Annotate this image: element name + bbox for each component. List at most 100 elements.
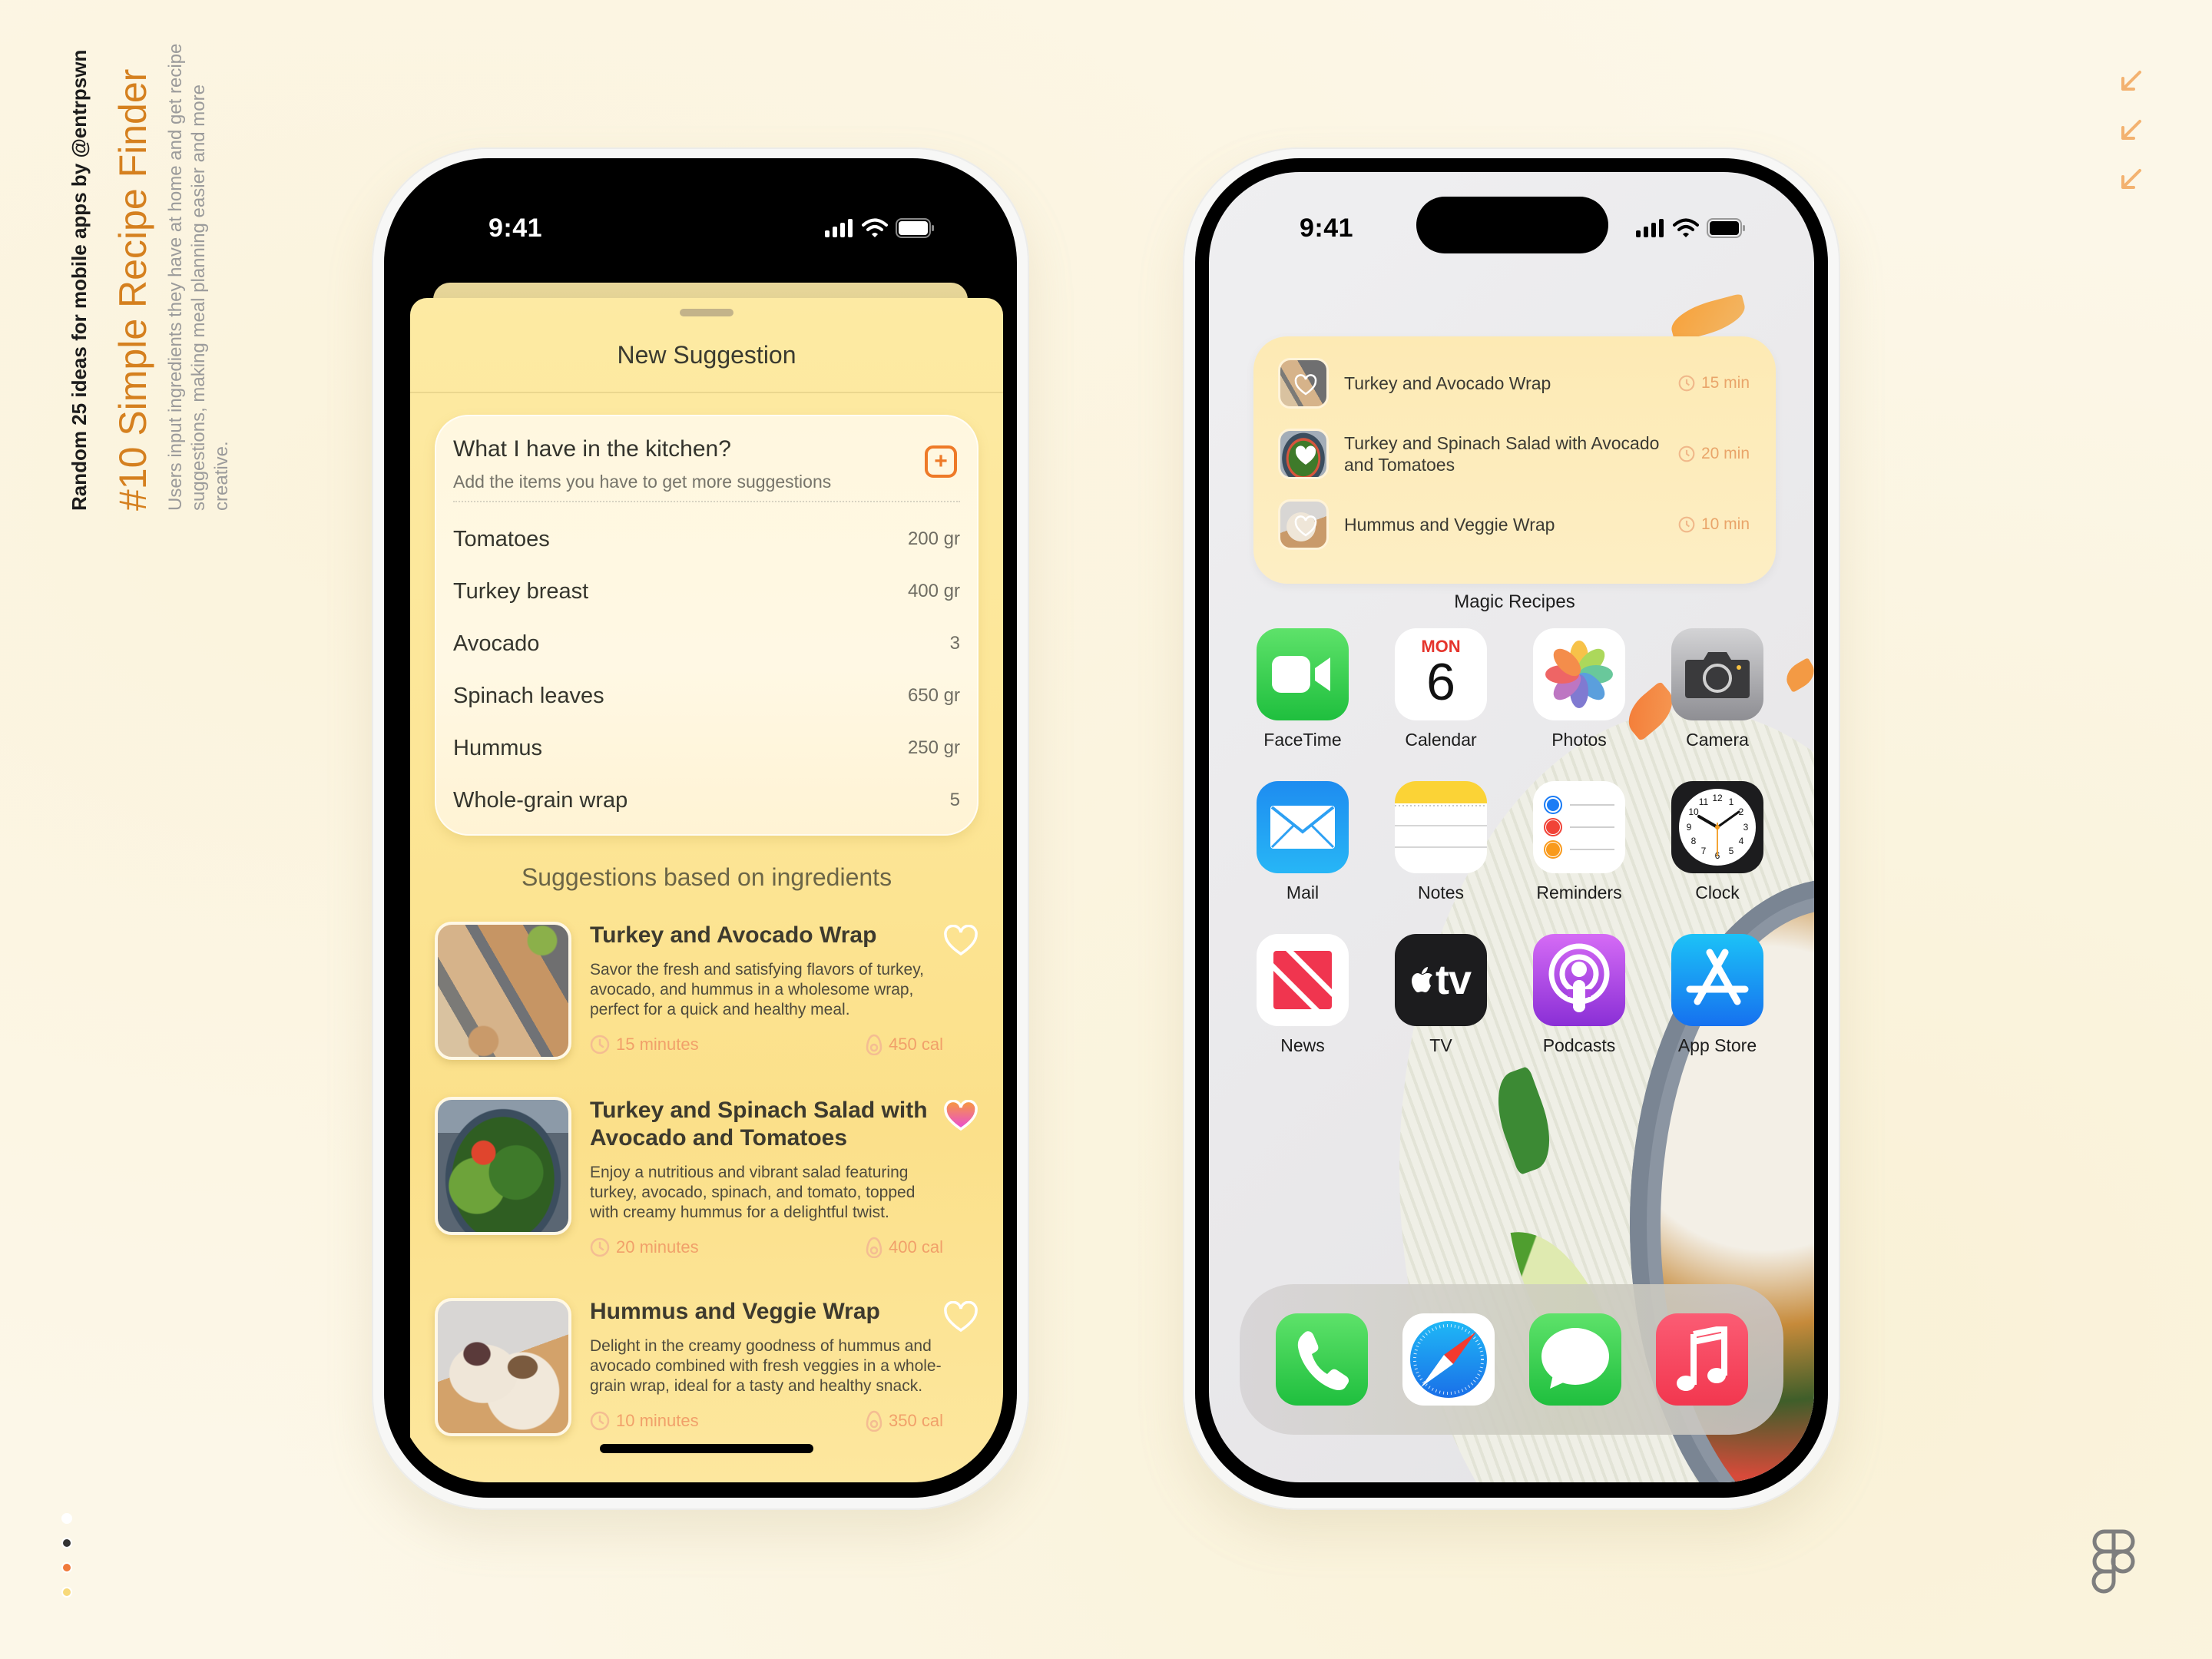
camera-icon	[1671, 628, 1763, 720]
ingredient-row[interactable]: Spinach leaves 650 gr	[453, 670, 960, 722]
recipe-description: Enjoy a nutritious and vibrant salad fea…	[590, 1164, 916, 1221]
ingredient-qty: 3	[949, 633, 960, 654]
heart-filled-icon	[1295, 445, 1316, 465]
magic-recipes-widget[interactable]: Turkey and Avocado Wrap 15 min Turkey an…	[1253, 336, 1776, 584]
ingredient-row[interactable]: Hummus 250 gr	[453, 722, 960, 774]
phone-icon[interactable]	[1275, 1313, 1368, 1406]
svg-text:11: 11	[1699, 796, 1709, 807]
signal-icon	[1636, 219, 1664, 237]
app-label: Reminders	[1536, 882, 1622, 902]
recipe-title: Turkey and Spinach Salad with Avocado an…	[590, 1098, 928, 1151]
palette-dot	[61, 1538, 72, 1548]
ingredient-qty: 200 gr	[907, 528, 960, 549]
ingredient-qty: 250 gr	[907, 737, 960, 758]
color-palette	[61, 1513, 72, 1611]
news-icon	[1257, 934, 1349, 1026]
app-label: Clock	[1695, 882, 1740, 902]
app-news[interactable]: News	[1257, 934, 1349, 1056]
notes-icon	[1395, 781, 1487, 873]
app-label: App Store	[1677, 1035, 1757, 1055]
figma-logo-icon	[2091, 1529, 2135, 1594]
recipe-description: Delight in the creamy goodness of hummus…	[590, 1337, 942, 1395]
music-icon[interactable]	[1655, 1313, 1748, 1406]
kitchen-heading: What I have in the kitchen?	[453, 436, 731, 462]
calories-icon	[866, 1237, 882, 1258]
ingredient-row[interactable]: Whole-grain wrap 5	[453, 774, 960, 826]
sheet-grabber[interactable]	[680, 309, 733, 316]
recipe-time: 10 minutes	[616, 1411, 699, 1430]
sheet-title: New Suggestion	[617, 341, 796, 369]
app-tv[interactable]: tv TV	[1395, 934, 1487, 1056]
widget-recipe-name: Hummus and Veggie Wrap	[1344, 515, 1555, 535]
series-label: Random 25 ideas for mobile apps by @entr…	[68, 49, 91, 511]
ingredient-row[interactable]: Avocado 3	[453, 618, 960, 670]
svg-text:3: 3	[1743, 822, 1749, 833]
recipe-calories: 350 cal	[889, 1411, 943, 1430]
clock-icon	[590, 1411, 610, 1431]
app-reminders[interactable]: Reminders	[1533, 781, 1625, 903]
svg-text:7: 7	[1701, 846, 1707, 856]
svg-text:10: 10	[1688, 806, 1699, 817]
recipe-card[interactable]: Turkey and Spinach Salad with Avocado an…	[435, 1097, 979, 1258]
phone-bezel: 9:41 New Suggestion What I have in the k…	[384, 158, 1017, 1498]
heart-icon	[1294, 515, 1317, 537]
recipe-meta: 20 minutes 400 cal	[590, 1237, 943, 1258]
calendar-date: 6	[1426, 653, 1455, 711]
widget-recipe-row[interactable]: Turkey and Avocado Wrap 15 min	[1278, 356, 1750, 410]
app-label: Camera	[1686, 730, 1749, 750]
app-clock[interactable]: 121234567891011 Clock	[1671, 781, 1763, 903]
clock-icon	[590, 1237, 610, 1257]
palette-dot	[61, 1562, 72, 1573]
favorite-heart-filled-icon[interactable]	[943, 1100, 979, 1132]
app-notes[interactable]: Notes	[1395, 781, 1487, 903]
recipe-photo	[435, 1097, 571, 1235]
app-label: Calendar	[1405, 730, 1477, 750]
home-indicator[interactable]	[600, 1444, 813, 1453]
clock-app-icon: 121234567891011	[1671, 781, 1763, 873]
recipe-photo	[435, 922, 571, 1060]
recipe-photo	[435, 1298, 571, 1436]
widget-recipe-time: 10 min	[1700, 515, 1750, 533]
new-suggestion-sheet: New Suggestion What I have in the kitche…	[410, 298, 1003, 1482]
ingredient-row[interactable]: Turkey breast 400 gr	[453, 565, 960, 618]
app-facetime[interactable]: FaceTime	[1257, 628, 1349, 750]
widget-recipe-name: Turkey and Avocado Wrap	[1344, 373, 1551, 393]
app-photos[interactable]: Photos	[1533, 628, 1625, 750]
recipe-meta: 10 minutes 350 cal	[590, 1410, 943, 1432]
widget-recipe-time: 15 min	[1700, 374, 1750, 392]
favorite-heart-icon[interactable]	[943, 1301, 979, 1333]
recipe-description: Savor the fresh and satisfying flavors o…	[590, 961, 924, 1018]
ingredient-list: Tomatoes 200 gr Turkey breast 400 gr Avoca…	[453, 513, 960, 826]
widget-recipe-time: 20 min	[1700, 445, 1750, 462]
widget-recipe-row[interactable]: Hummus and Veggie Wrap 10 min	[1278, 498, 1750, 551]
calories-icon	[866, 1410, 882, 1432]
app-calendar[interactable]: MON 6 Calendar	[1395, 628, 1487, 750]
recipe-card[interactable]: Hummus and Veggie Wrap Delight in the cr…	[435, 1298, 979, 1452]
svg-text:12: 12	[1712, 793, 1723, 803]
battery-icon	[1707, 218, 1745, 238]
ingredient-name: Spinach leaves	[453, 683, 604, 708]
svg-text:1: 1	[1729, 796, 1734, 807]
palette-dot	[61, 1587, 72, 1598]
ingredient-row[interactable]: Tomatoes 200 gr	[453, 513, 960, 565]
widget-recipe-row[interactable]: Turkey and Spinach Salad with Avocado an…	[1278, 427, 1750, 481]
status-time: 9:41	[488, 213, 543, 243]
app-mail[interactable]: Mail	[1257, 781, 1349, 903]
recipe-title: Turkey and Avocado Wrap	[590, 922, 877, 948]
recipe-calories: 400 cal	[889, 1237, 943, 1257]
messages-icon[interactable]	[1528, 1313, 1621, 1406]
tv-icon: tv	[1395, 934, 1487, 1026]
add-ingredient-button[interactable]: +	[925, 445, 957, 478]
svg-text:8: 8	[1691, 836, 1697, 846]
phone-home-screen: 9:41 Turkey and Avocado Wrap 15 min Turk…	[1183, 147, 1840, 1510]
app-app-store[interactable]: App Store	[1671, 934, 1763, 1056]
safari-icon[interactable]	[1402, 1313, 1495, 1406]
app-label: TV	[1429, 1035, 1452, 1055]
app-camera[interactable]: Camera	[1671, 628, 1763, 750]
ingredient-qty: 5	[949, 790, 960, 810]
recipe-card[interactable]: Turkey and Avocado Wrap Savor the fresh …	[435, 922, 979, 1075]
clock-icon	[590, 1035, 610, 1055]
app-label: FaceTime	[1263, 730, 1342, 750]
app-podcasts[interactable]: Podcasts	[1533, 934, 1625, 1056]
favorite-heart-icon[interactable]	[943, 925, 979, 957]
